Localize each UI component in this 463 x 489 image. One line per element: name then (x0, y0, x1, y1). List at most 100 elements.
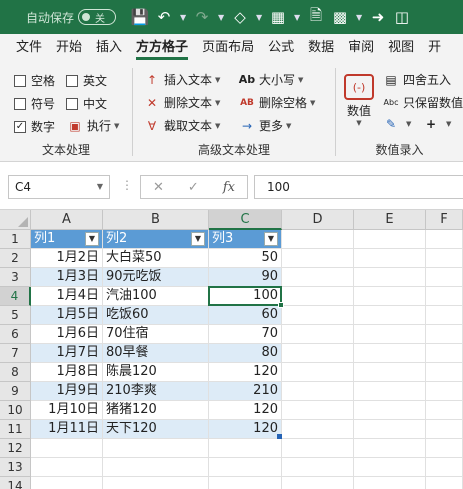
cell[interactable] (31, 477, 103, 489)
grid-fill-dropdown-icon[interactable]: ▼ (354, 13, 364, 22)
cell[interactable] (282, 477, 354, 489)
column-header-e[interactable]: E (354, 210, 426, 230)
fill-handle[interactable] (278, 302, 284, 308)
table-cell[interactable]: 陈晨120 (103, 363, 209, 382)
export-icon[interactable]: ➜ (368, 8, 388, 26)
row-header-9[interactable]: 9 (0, 382, 31, 401)
checkbox-chinese[interactable]: 中文 (66, 95, 107, 112)
cell[interactable] (103, 477, 209, 489)
cell[interactable] (282, 249, 354, 268)
table-cell[interactable]: 80 (209, 344, 282, 363)
execute-button[interactable]: ▣ 执行 ▼ (66, 117, 119, 134)
insert-function-icon[interactable]: fx (223, 180, 235, 195)
cell[interactable] (354, 477, 426, 489)
tab-view[interactable]: 视图 (388, 34, 414, 62)
round-button[interactable]: ▤ 四舍五入 (382, 71, 451, 88)
tab-home[interactable]: 开始 (56, 34, 82, 62)
tab-developer[interactable]: 开 (428, 34, 441, 62)
row-header-8[interactable]: 8 (0, 363, 31, 382)
table-cell[interactable]: 90 (209, 268, 282, 287)
column-header-d[interactable]: D (282, 210, 354, 230)
autosave-control[interactable]: 自动保存 关 (26, 9, 117, 26)
tab-insert[interactable]: 插入 (96, 34, 122, 62)
cell[interactable] (282, 439, 354, 458)
table-cell[interactable]: 100 (209, 287, 282, 306)
cell[interactable] (426, 477, 463, 489)
table-cell[interactable]: 50 (209, 249, 282, 268)
cell[interactable] (354, 287, 426, 306)
insert-text-button[interactable]: ↑ 插入文本 ▼ (143, 71, 220, 88)
formula-input[interactable]: 100 (254, 175, 463, 199)
table-cell[interactable]: 210李爽 (103, 382, 209, 401)
row-header-3[interactable]: 3 (0, 268, 31, 287)
cell[interactable] (31, 439, 103, 458)
cell[interactable] (354, 249, 426, 268)
table-cell[interactable]: 吃饭60 (103, 306, 209, 325)
cancel-icon[interactable]: ✕ (153, 180, 164, 195)
autosave-toggle[interactable]: 关 (78, 9, 117, 25)
table-cell[interactable]: 120 (209, 363, 282, 382)
eraser-icon[interactable]: ◇ (230, 8, 250, 26)
document-icon[interactable]: 🗎 (306, 5, 326, 30)
table-cell[interactable]: 120 (209, 401, 282, 420)
cell[interactable] (354, 230, 426, 249)
cell[interactable] (209, 458, 282, 477)
table-cell[interactable]: 210 (209, 382, 282, 401)
cell[interactable] (426, 325, 463, 344)
borders-icon[interactable]: ▦ (268, 8, 288, 26)
cell[interactable] (282, 268, 354, 287)
cell[interactable] (354, 420, 426, 439)
cell[interactable] (354, 363, 426, 382)
column-header-b[interactable]: B (103, 210, 209, 230)
cell[interactable] (426, 458, 463, 477)
tab-data[interactable]: 数据 (308, 34, 334, 62)
table-cell[interactable]: 猪猪120 (103, 401, 209, 420)
cell[interactable] (426, 382, 463, 401)
save-icon[interactable]: 💾 (130, 8, 150, 26)
table-cell[interactable]: 天下120 (103, 420, 209, 439)
checkbox-icon[interactable] (66, 74, 78, 87)
delete-text-button[interactable]: ✕ 删除文本 ▼ (143, 94, 220, 111)
delete-space-button[interactable]: AB 删除空格 ▼ (238, 94, 315, 111)
checkbox-number[interactable]: ✓ 数字 (14, 118, 55, 135)
row-header-5[interactable]: 5 (0, 306, 31, 325)
table-cell[interactable]: 1月6日 (31, 325, 103, 344)
table-cell[interactable]: 90元吃饭 (103, 268, 209, 287)
row-header-4[interactable]: 4 (0, 287, 31, 306)
table-cell[interactable]: 1月9日 (31, 382, 103, 401)
cell[interactable] (282, 306, 354, 325)
table-cell[interactable]: 120 (209, 420, 282, 439)
borders-dropdown-icon[interactable]: ▼ (292, 13, 302, 22)
cell[interactable] (426, 420, 463, 439)
cell[interactable] (282, 230, 354, 249)
undo-dropdown-icon[interactable]: ▼ (178, 13, 188, 22)
checkbox-space[interactable]: 空格 (14, 72, 55, 89)
cell[interactable] (354, 325, 426, 344)
numvalue-button[interactable]: (-) 数值 ▼ (344, 74, 374, 127)
cell[interactable] (426, 344, 463, 363)
cell[interactable] (209, 439, 282, 458)
tools-icon[interactable]: ◫ (392, 8, 412, 26)
cell[interactable] (103, 439, 209, 458)
cell[interactable] (282, 344, 354, 363)
add-button[interactable]: + ▼ (422, 117, 451, 131)
row-header-14[interactable]: 14 (0, 477, 31, 489)
cell[interactable] (282, 458, 354, 477)
cell[interactable] (354, 382, 426, 401)
name-box[interactable]: C4 ▼ (8, 175, 110, 199)
tab-fangfanggezi[interactable]: 方方格子 (136, 34, 189, 62)
redo-dropdown-icon[interactable]: ▼ (216, 13, 226, 22)
table-header-cell[interactable]: 列2 ▼ (103, 230, 209, 249)
table-cell[interactable]: 80早餐 (103, 344, 209, 363)
table-cell[interactable]: 1月3日 (31, 268, 103, 287)
table-header-cell[interactable]: 列1 ▼ (31, 230, 103, 249)
table-cell[interactable]: 1月8日 (31, 363, 103, 382)
checkbox-symbol[interactable]: 符号 (14, 95, 55, 112)
tab-review[interactable]: 审阅 (348, 34, 374, 62)
cell[interactable] (426, 249, 463, 268)
column-header-f[interactable]: F (426, 210, 463, 230)
case-button[interactable]: Ab 大小写 ▼ (238, 71, 304, 88)
table-header-cell[interactable]: 列3 ▼ (209, 230, 282, 249)
extract-text-button[interactable]: ∀ 截取文本 ▼ (143, 117, 221, 134)
row-header-11[interactable]: 11 (0, 420, 31, 439)
